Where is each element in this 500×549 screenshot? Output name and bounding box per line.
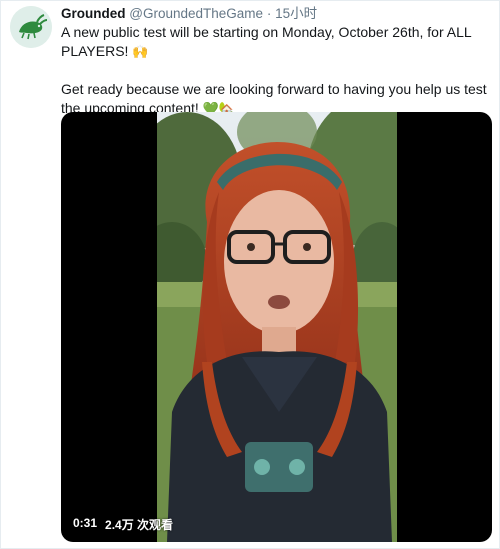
video-info: 0:31 2.4万 次观看: [73, 516, 173, 533]
tweet-header: Grounded @GroundedTheGame · 15小时: [61, 5, 491, 23]
user-handle[interactable]: @GroundedTheGame: [129, 6, 263, 21]
video-thumbnail-image: [157, 112, 397, 542]
raising-hands-emoji-icon: 🙌: [132, 44, 149, 59]
video-duration: 0:31: [73, 516, 98, 530]
avatar[interactable]: [10, 6, 52, 48]
tweet-text: A new public test will be starting on Mo…: [61, 23, 491, 118]
tweet-paragraph-2-text: Get ready because we are looking forward…: [61, 81, 487, 116]
video-frame[interactable]: [157, 112, 397, 542]
video-player[interactable]: 0:31 2.4万 次观看: [61, 112, 492, 542]
tweet-card[interactable]: Grounded @GroundedTheGame · 15小时 A new p…: [0, 0, 500, 549]
tweet-timestamp[interactable]: 15小时: [275, 6, 317, 21]
grounded-ant-logo-icon: [10, 6, 52, 48]
tweet-paragraph-1: A new public test will be starting on Mo…: [61, 23, 491, 61]
tweet-paragraph-1-text: A new public test will be starting on Mo…: [61, 24, 472, 59]
video-view-count: 2.4万 次观看: [105, 518, 174, 532]
display-name[interactable]: Grounded: [61, 6, 126, 21]
separator-dot: ·: [266, 6, 272, 21]
